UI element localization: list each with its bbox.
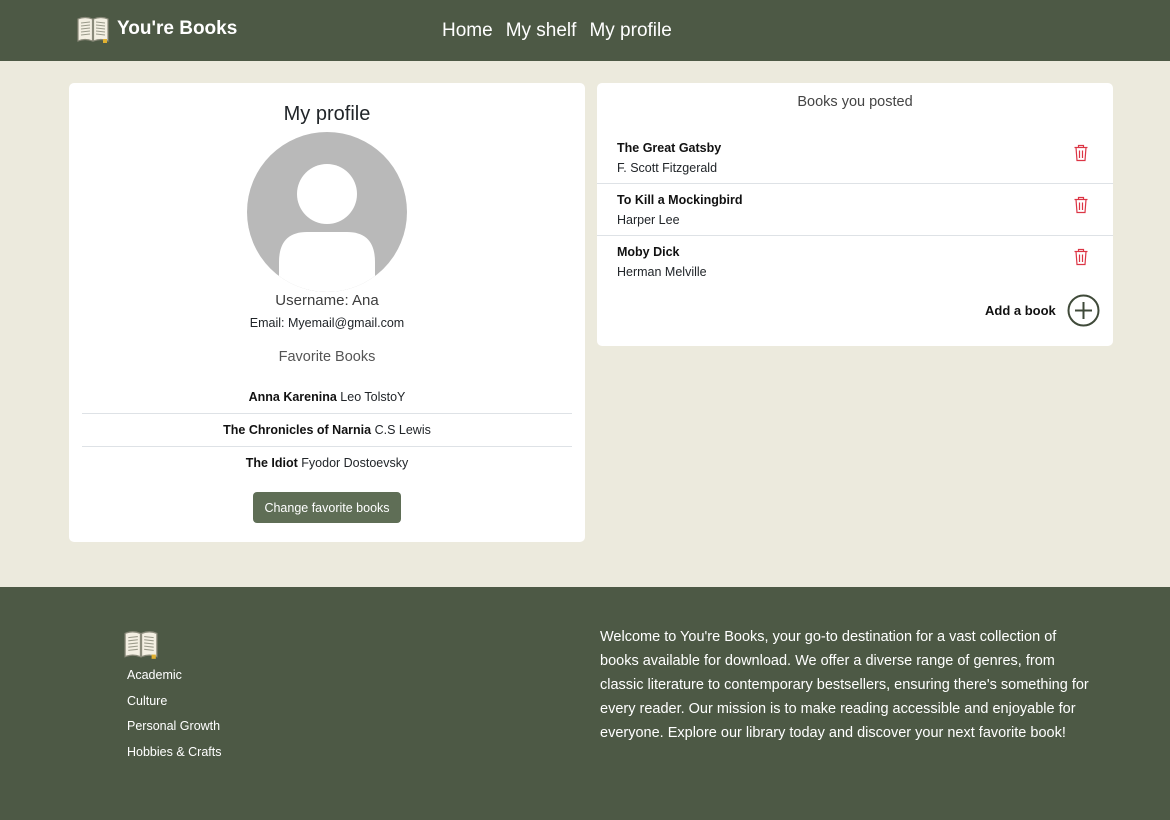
- book-title: Moby Dick: [617, 245, 680, 259]
- brand[interactable]: You're Books: [76, 14, 237, 44]
- trash-icon[interactable]: [1073, 144, 1089, 162]
- change-favorite-books-button[interactable]: Change favorite books: [253, 492, 401, 523]
- list-item: Anna Karenina Leo TolstoY: [82, 381, 572, 414]
- list-item: The Chronicles of Narnia C.S Lewis: [82, 414, 572, 447]
- list-item: Moby Dick Herman Melville: [597, 236, 1113, 288]
- add-book-label[interactable]: Add a book: [985, 303, 1056, 318]
- email: Email: Myemail@gmail.com: [249, 316, 405, 330]
- book-author: F. Scott Fitzgerald: [617, 161, 718, 175]
- username: Username: Ana: [275, 292, 379, 309]
- footer-link-academic[interactable]: Academic: [127, 667, 221, 693]
- footer-about-text: Welcome to You're Books, your go-to dest…: [600, 629, 1089, 741]
- favorite-book-author: Leo TolstoY: [340, 390, 406, 404]
- favorite-book-title: Anna Karenina: [248, 390, 337, 404]
- footer: Academic Culture Personal Growth Hobbies…: [0, 587, 1170, 820]
- trash-icon[interactable]: [1073, 196, 1089, 214]
- list-item: The Great Gatsby F. Scott Fitzgerald: [597, 132, 1113, 184]
- favorite-book-author: Fyodor Dostoevsky: [301, 456, 409, 470]
- list-item: The Idiot Fyodor Dostoevsky: [82, 447, 572, 480]
- nav-home[interactable]: Home: [442, 20, 493, 42]
- posted-books-heading: Books you posted: [797, 94, 913, 110]
- footer-link-culture[interactable]: Culture: [127, 693, 221, 719]
- footer-link-hobbies-crafts[interactable]: Hobbies & Crafts: [127, 744, 221, 770]
- favorite-book-title: The Chronicles of Narnia: [223, 423, 372, 437]
- page-title: My profile: [283, 103, 371, 125]
- favorite-book-author: C.S Lewis: [374, 423, 431, 437]
- open-book-icon: [77, 16, 109, 43]
- trash-icon[interactable]: [1073, 248, 1089, 266]
- favorite-books-list: Anna Karenina Leo TolstoY The Chronicles…: [82, 381, 572, 480]
- plus-circle-icon[interactable]: [1067, 294, 1100, 327]
- profile-card: My profile Username: Ana Email: Myemail@…: [69, 83, 585, 542]
- main-nav: Home My shelf My profile: [442, 20, 672, 42]
- book-title: The Great Gatsby: [617, 141, 722, 155]
- nav-my-profile[interactable]: My profile: [589, 20, 671, 42]
- posted-books-list: The Great Gatsby F. Scott Fitzgerald To …: [597, 132, 1113, 288]
- footer-links: Academic Culture Personal Growth Hobbies…: [127, 667, 221, 770]
- book-author: Herman Melville: [617, 265, 707, 279]
- list-item: To Kill a Mockingbird Harper Lee: [597, 184, 1113, 236]
- top-navbar: You're Books Home My shelf My profile: [0, 0, 1170, 61]
- favorite-book-title: The Idiot: [245, 456, 298, 470]
- footer-link-personal-growth[interactable]: Personal Growth: [127, 718, 221, 744]
- user-avatar-icon: [247, 132, 407, 292]
- posted-books-card: Books you posted The Great Gatsby F. Sco…: [597, 83, 1113, 346]
- favorite-books-heading: Favorite Books: [278, 349, 376, 365]
- book-title: To Kill a Mockingbird: [617, 193, 743, 207]
- open-book-icon: [124, 631, 158, 659]
- nav-my-shelf[interactable]: My shelf: [506, 20, 577, 42]
- brand-name: You're Books: [117, 18, 238, 39]
- book-author: Harper Lee: [617, 213, 680, 227]
